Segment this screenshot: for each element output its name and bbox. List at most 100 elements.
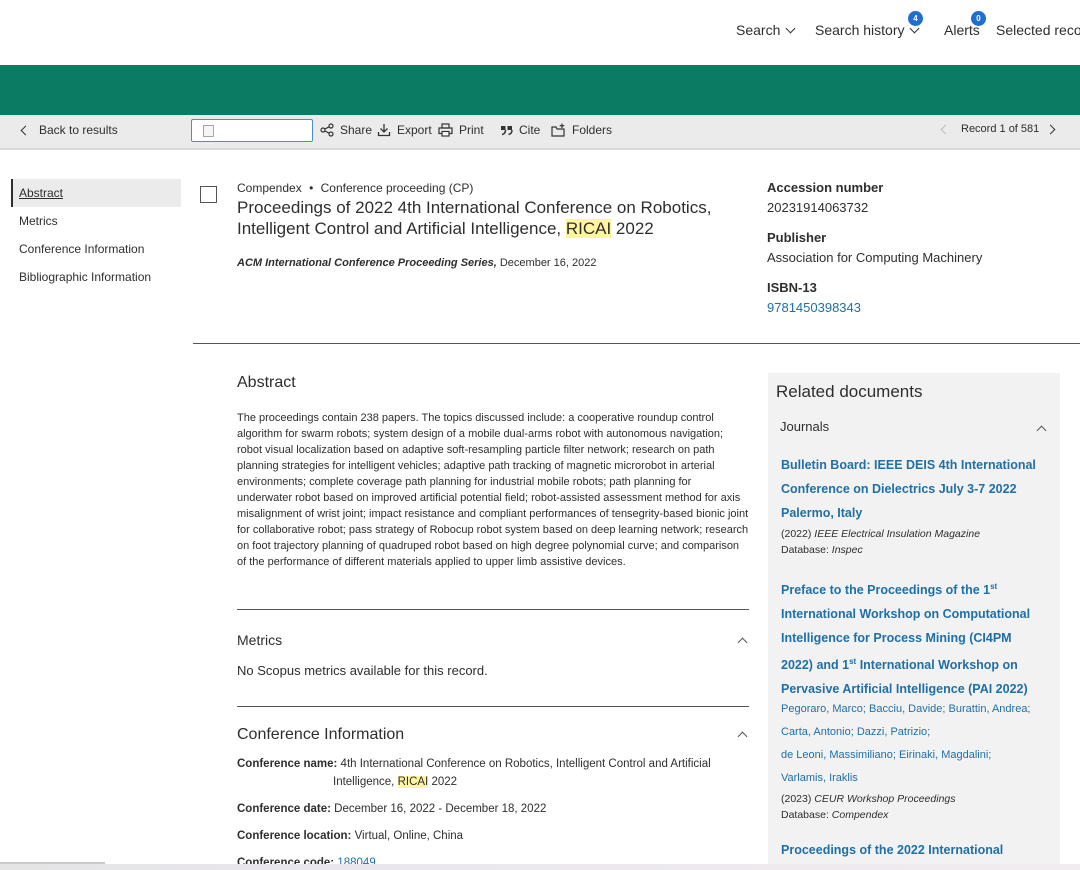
author-link[interactable]: Eirinaki, Magdalini; <box>899 749 991 761</box>
search-menu-label: Search <box>736 22 781 38</box>
next-record-icon[interactable] <box>1045 124 1056 134</box>
share-label: Share <box>340 123 373 137</box>
previous-record-icon[interactable] <box>940 124 951 134</box>
search-history-label: Search history <box>815 22 905 38</box>
conference-name-highlight: RICAI <box>397 776 429 788</box>
conference-date-label: Conference date: <box>237 803 331 815</box>
chevron-down-icon <box>785 23 796 33</box>
conference-location-row: Conference location: Virtual, Online, Ch… <box>237 827 463 845</box>
back-to-results-label: Back to results <box>39 123 118 137</box>
related-doc-2-source: (2023) CEUR Workshop Proceedings <box>781 791 956 807</box>
record-details: Accession number 20231914063732 Publishe… <box>767 180 1067 330</box>
author-link[interactable]: Dazzi, Patrizio; <box>857 726 930 738</box>
author-link[interactable]: Varlamis, Iraklis <box>781 772 858 784</box>
quote-icon <box>500 124 513 136</box>
conference-name-value-3: 2022 <box>428 776 458 788</box>
sidenav-item-conference-information[interactable]: Conference Information <box>11 235 181 263</box>
search-history-count-badge: 4 <box>908 11 923 26</box>
related-documents-heading: Related documents <box>776 382 923 401</box>
sidenav-item-abstract[interactable]: Abstract <box>11 179 181 207</box>
related-doc-2-title[interactable]: Preface to the Proceedings of the 1st In… <box>781 575 1046 701</box>
add-to-folder-icon <box>551 123 566 137</box>
abstract-heading: Abstract <box>237 374 296 391</box>
conference-location-value: Virtual, Online, China <box>354 830 464 842</box>
chevron-left-icon <box>20 125 31 135</box>
related-doc-1-title[interactable]: Bulletin Board: IEEE DEIS 4th Internatio… <box>781 453 1046 525</box>
folders-button[interactable]: Folders <box>551 123 612 137</box>
related-documents-panel: Related documents Journals Bulletin Boar… <box>768 373 1060 870</box>
folders-label: Folders <box>572 123 613 137</box>
image-field[interactable] <box>191 119 313 142</box>
collapse-journals-icon[interactable] <box>1036 425 1047 436</box>
export-label: Export <box>397 123 432 137</box>
share-button[interactable]: Share <box>320 123 372 137</box>
export-button[interactable]: Export <box>377 123 432 137</box>
collapse-metrics-icon[interactable] <box>737 637 748 648</box>
related-doc-2-year: (2023) <box>781 793 815 805</box>
related-doc-1-year: (2022) <box>781 528 815 540</box>
related-doc-2-database: Database: Compendex <box>781 807 888 823</box>
related-doc-1-db: Inspec <box>831 544 863 556</box>
author-link[interactable]: Burattin, Andrea; <box>949 703 1031 715</box>
abstract-text: The proceedings contain 238 papers. The … <box>237 412 749 568</box>
record-counter: Record 1 of 581 <box>961 123 1040 135</box>
accession-number-label: Accession number <box>767 180 884 195</box>
related-doc-3-title[interactable]: Proceedings of the 2022 International <box>781 838 1046 862</box>
broken-image-icon <box>203 125 214 137</box>
related-doc-1-db-label: Database: <box>781 544 832 556</box>
title-highlight: RICAI <box>565 219 612 238</box>
search-history-menu[interactable]: Search history <box>815 22 920 38</box>
conference-name-value: 4th International Conference on Robotics… <box>340 758 711 770</box>
alerts-count-badge: 0 <box>971 11 986 26</box>
related-doc-1-database: Database: Inspec <box>781 542 863 558</box>
conference-date-row: Conference date: December 16, 2022 - Dec… <box>237 800 546 818</box>
conference-name-value-2: Intelligence, <box>333 776 398 788</box>
document-type: Conference proceeding (CP) <box>320 181 474 195</box>
record-series: ACM International Conference Proceeding … <box>237 257 596 269</box>
isbn-label: ISBN-13 <box>767 280 817 295</box>
publication-date: December 16, 2022 <box>496 257 597 269</box>
selected-records-menu[interactable]: Selected recor <box>996 22 1080 38</box>
download-icon <box>377 123 391 137</box>
section-divider <box>237 609 749 610</box>
conference-date-value: December 16, 2022 - December 18, 2022 <box>334 803 547 815</box>
cite-button[interactable]: Cite <box>500 123 540 137</box>
share-icon <box>320 123 334 137</box>
sidenav-item-bibliographic-information[interactable]: Bibliographic Information <box>11 263 181 291</box>
horizontal-scrollbar[interactable] <box>0 864 1080 870</box>
conference-name-row: Conference name: 4th International Confe… <box>237 755 749 773</box>
publisher-label: Publisher <box>767 230 827 245</box>
related-doc-2-sup-1: st <box>990 582 998 591</box>
publisher-value: Association for Computing Machinery <box>767 250 983 265</box>
related-doc-2-journal: CEUR Workshop Proceedings <box>814 793 956 805</box>
conference-name-label: Conference name: <box>237 758 338 770</box>
separator-dot: • <box>309 181 314 195</box>
sidenav-item-metrics[interactable]: Metrics <box>11 207 181 235</box>
conference-heading: Conference Information <box>237 726 405 743</box>
author-link[interactable]: Bacciu, Davide; <box>869 703 945 715</box>
conference-name-row-continued: Intelligence, RICAI 2022 <box>333 773 457 791</box>
select-record-checkbox[interactable] <box>200 186 217 203</box>
record-toolbar: Back to results Share Export Print Cite … <box>0 115 1080 150</box>
top-navigation: Search Search history 4 Alerts 0 Selecte… <box>0 0 1080 65</box>
section-sidenav: Abstract Metrics Conference Information … <box>11 179 181 291</box>
isbn-link[interactable]: 9781450398343 <box>767 300 1067 315</box>
search-menu[interactable]: Search <box>736 22 796 38</box>
author-link[interactable]: Carta, Antonio; <box>781 726 854 738</box>
related-doc-2-db-label: Database: <box>781 809 832 821</box>
series-name: ACM International Conference Proceeding … <box>237 257 497 269</box>
metrics-text: No Scopus metrics available for this rec… <box>237 663 488 678</box>
printer-icon <box>438 123 453 137</box>
related-doc-2-authors: Pegoraro, Marco; Bacciu, Davide; Buratti… <box>781 698 1046 790</box>
back-to-results-link[interactable]: Back to results <box>20 123 118 137</box>
author-link[interactable]: de Leoni, Massimiliano; <box>781 749 896 761</box>
record-source-line: Compendex • Conference proceeding (CP) <box>237 181 473 195</box>
print-button[interactable]: Print <box>438 123 484 137</box>
record-title: Proceedings of 2022 4th International Co… <box>237 197 727 239</box>
section-divider <box>237 706 749 707</box>
author-link[interactable]: Pegoraro, Marco; <box>781 703 866 715</box>
cite-label: Cite <box>519 123 541 137</box>
collapse-conference-icon[interactable] <box>737 731 748 742</box>
journals-label: Journals <box>780 419 830 434</box>
title-suffix: 2022 <box>611 219 654 238</box>
